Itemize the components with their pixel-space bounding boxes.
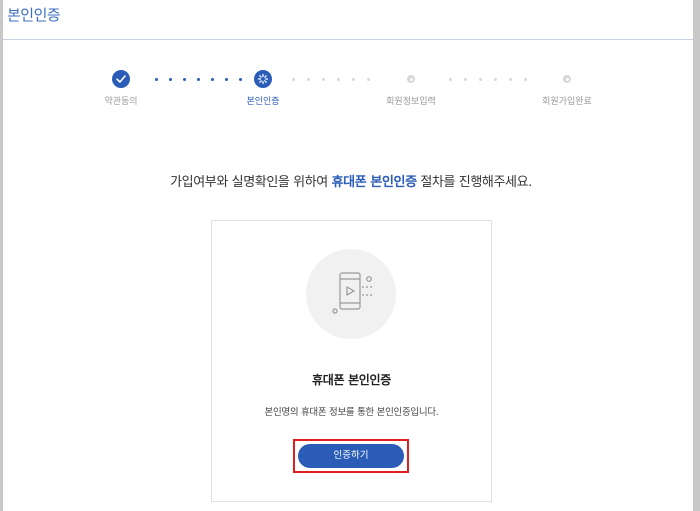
page-title: 본인인증 [7, 6, 61, 24]
card-title: 휴대폰 본인인증 [311, 373, 392, 387]
phone-verification-card: 휴대폰 본인인증 본인명의 휴대폰 정보를 통한 본인인증입니다. 인증하기 [211, 220, 492, 502]
step-label: 회원정보입력 [386, 97, 436, 107]
step-label: 약관동의 [104, 97, 138, 107]
check-icon [112, 70, 130, 88]
window: 본인인증 약관동의 본인인증 회원정보입력 회원가입완료 가입여부와 실명확인을… [3, 0, 693, 511]
step-verification: 본인인증 [213, 70, 313, 107]
button-highlight-box: 인증하기 [293, 439, 409, 473]
content-area: 약관동의 본인인증 회원정보입력 회원가입완료 가입여부와 실명확인을 위하여 … [11, 40, 691, 511]
step-member-info: 회원정보입력 [361, 75, 461, 107]
step-complete: 회원가입완료 [517, 75, 617, 107]
spinner-icon [254, 70, 272, 88]
intro-after: 절차를 진행해주세요. [416, 175, 532, 190]
card-description: 본인명의 휴대폰 정보를 통한 본인인증입니다. [264, 407, 439, 418]
intro-before: 가입여부와 실명확인을 위하여 [170, 175, 332, 190]
step-terms: 약관동의 [71, 70, 171, 107]
pending-dot-icon [407, 75, 415, 83]
intro-highlight: 휴대폰 본인인증 [331, 175, 417, 190]
step-label: 본인인증 [246, 97, 280, 107]
intro-text: 가입여부와 실명확인을 위하여 휴대폰 본인인증 절차를 진행해주세요. [11, 171, 691, 190]
phone-play-icon [306, 249, 396, 339]
step-label: 회원가입완료 [542, 97, 592, 107]
verify-button[interactable]: 인증하기 [298, 444, 404, 468]
pending-dot-icon [563, 75, 571, 83]
